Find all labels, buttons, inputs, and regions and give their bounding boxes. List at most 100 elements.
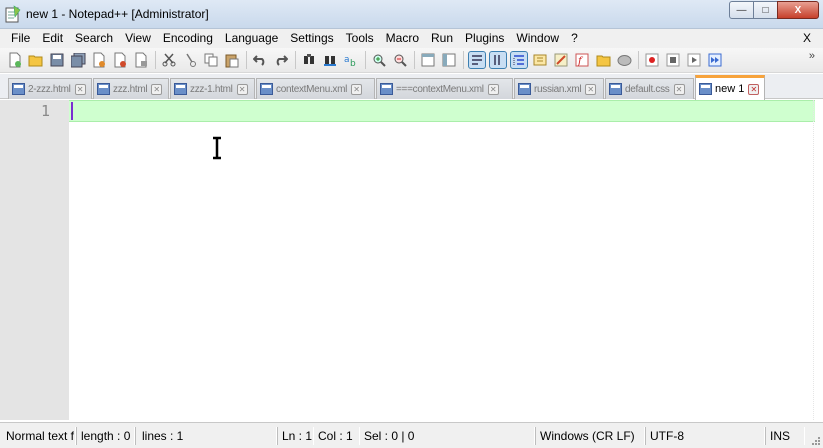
user-lang-icon[interactable] xyxy=(532,52,548,68)
toolbar-separator xyxy=(638,51,639,69)
tab-contextmenu-xml[interactable]: contextMenu.xml ✕ xyxy=(256,78,375,99)
sync-horizontal-icon[interactable] xyxy=(441,52,457,68)
toolbar-separator xyxy=(155,51,156,69)
find-icon[interactable] xyxy=(301,52,317,68)
toolbar-separator xyxy=(246,51,247,69)
saved-file-icon xyxy=(518,83,531,95)
run-macro-multiple-icon[interactable] xyxy=(707,52,723,68)
saved-file-icon xyxy=(380,83,393,95)
sync-vertical-icon[interactable] xyxy=(420,52,436,68)
menu-tools[interactable]: Tools xyxy=(340,29,380,48)
word-wrap-icon[interactable] xyxy=(468,51,486,69)
menu-run[interactable]: Run xyxy=(425,29,459,48)
tab-zzz-html[interactable]: zzz.html ✕ xyxy=(93,78,169,99)
status-sel: Sel : 0 | 0 xyxy=(360,427,535,445)
saved-file-icon xyxy=(609,83,622,95)
zoom-out-icon[interactable] xyxy=(392,52,408,68)
menu-plugins[interactable]: Plugins xyxy=(459,29,510,48)
title-bar[interactable]: new 1 - Notepad++ [Administrator] — □ X xyxy=(0,0,823,29)
status-encoding[interactable]: UTF-8 xyxy=(645,427,765,445)
minimize-button[interactable]: — xyxy=(729,1,754,19)
tab-close-icon[interactable]: ✕ xyxy=(351,83,363,95)
tab-new-1[interactable]: new 1 ✕ xyxy=(695,75,765,100)
close-all-icon[interactable] xyxy=(112,52,128,68)
saved-file-icon xyxy=(97,83,110,95)
saved-file-icon xyxy=(260,83,273,95)
tab-zzz-1-html[interactable]: zzz-1.html ✕ xyxy=(170,78,255,99)
menu-encoding[interactable]: Encoding xyxy=(157,29,219,48)
menu-help[interactable]: ? xyxy=(565,29,584,48)
close-document-button[interactable]: X xyxy=(803,29,811,48)
tab-label: default.css xyxy=(625,83,670,95)
window-title: new 1 - Notepad++ [Administrator] xyxy=(26,7,209,21)
zoom-in-icon[interactable] xyxy=(371,52,387,68)
tab-label: ===contextMenu.xml xyxy=(396,83,484,95)
tab-default-css[interactable]: default.css ✕ xyxy=(605,78,694,99)
saved-file-icon xyxy=(174,83,187,95)
tab-close-icon[interactable]: ✕ xyxy=(236,83,248,95)
open-file-icon[interactable] xyxy=(28,52,44,68)
maximize-icon: □ xyxy=(762,4,769,16)
menu-macro[interactable]: Macro xyxy=(380,29,425,48)
menu-file[interactable]: File xyxy=(5,29,36,48)
menu-edit[interactable]: Edit xyxy=(36,29,69,48)
status-doc-type: Normal text f xyxy=(2,427,76,445)
doc-map-icon[interactable] xyxy=(553,52,569,68)
current-line-highlight xyxy=(69,100,815,122)
editor-area[interactable]: 1 xyxy=(0,100,823,420)
tab-close-icon[interactable]: ✕ xyxy=(585,83,597,95)
tab-close-icon[interactable]: ✕ xyxy=(151,83,163,95)
svg-text:b: b xyxy=(350,59,356,67)
play-macro-icon[interactable] xyxy=(686,52,702,68)
replace-icon[interactable] xyxy=(322,52,338,68)
toolbar-separator xyxy=(365,51,366,69)
menu-view[interactable]: View xyxy=(119,29,157,48)
indent-guide-icon[interactable] xyxy=(510,51,528,69)
status-eol[interactable]: Windows (CR LF) xyxy=(535,427,645,445)
resize-grip-icon[interactable] xyxy=(810,435,821,446)
svg-text:a: a xyxy=(344,55,350,65)
copy-icon[interactable] xyxy=(203,52,219,68)
save-icon[interactable] xyxy=(49,52,65,68)
find-in-files-icon[interactable]: ab xyxy=(343,52,359,68)
paste-icon[interactable] xyxy=(224,52,240,68)
saved-file-icon xyxy=(699,83,712,95)
monitoring-icon[interactable] xyxy=(616,52,632,68)
redo-icon[interactable] xyxy=(273,52,289,68)
tab-close-icon[interactable]: ✕ xyxy=(487,83,499,95)
close-icon: X xyxy=(794,4,802,16)
toolbar-overflow-button[interactable]: » xyxy=(809,50,815,62)
menu-search[interactable]: Search xyxy=(69,29,119,48)
tab-eq-contextmenu-xml[interactable]: ===contextMenu.xml ✕ xyxy=(376,78,513,99)
edge-margin-line xyxy=(813,100,823,420)
scissors-icon[interactable] xyxy=(182,52,198,68)
tab-label: zzz-1.html xyxy=(190,83,233,95)
line-number-gutter: 1 xyxy=(0,100,69,420)
tab-2-zzz-html[interactable]: 2-zzz.html ✕ xyxy=(8,78,92,99)
undo-icon[interactable] xyxy=(252,52,268,68)
menu-settings[interactable]: Settings xyxy=(284,29,339,48)
ibeam-cursor-icon xyxy=(213,136,221,160)
tab-close-icon[interactable]: ✕ xyxy=(748,83,760,95)
save-all-icon[interactable] xyxy=(70,52,86,68)
menu-language[interactable]: Language xyxy=(219,29,284,48)
close-file-icon[interactable] xyxy=(91,52,107,68)
cut-icon[interactable] xyxy=(161,52,177,68)
function-list-icon[interactable]: f xyxy=(574,52,590,68)
status-insert-mode[interactable]: INS xyxy=(765,427,805,445)
folder-workspace-icon[interactable] xyxy=(595,52,611,68)
maximize-button[interactable]: □ xyxy=(753,1,778,19)
close-window-button[interactable]: X xyxy=(777,1,819,19)
new-file-icon[interactable] xyxy=(7,52,23,68)
show-all-chars-icon[interactable] xyxy=(489,51,507,69)
tab-russian-xml[interactable]: russian.xml ✕ xyxy=(514,78,604,99)
print-icon[interactable] xyxy=(133,52,149,68)
tab-close-icon[interactable]: ✕ xyxy=(74,83,86,95)
stop-macro-icon[interactable] xyxy=(665,52,681,68)
menu-window[interactable]: Window xyxy=(510,29,565,48)
toolbar-separator xyxy=(295,51,296,69)
tab-close-icon[interactable]: ✕ xyxy=(673,83,685,95)
tab-label: russian.xml xyxy=(534,83,582,95)
record-macro-icon[interactable] xyxy=(644,52,660,68)
window-controls: — □ X xyxy=(729,1,819,19)
